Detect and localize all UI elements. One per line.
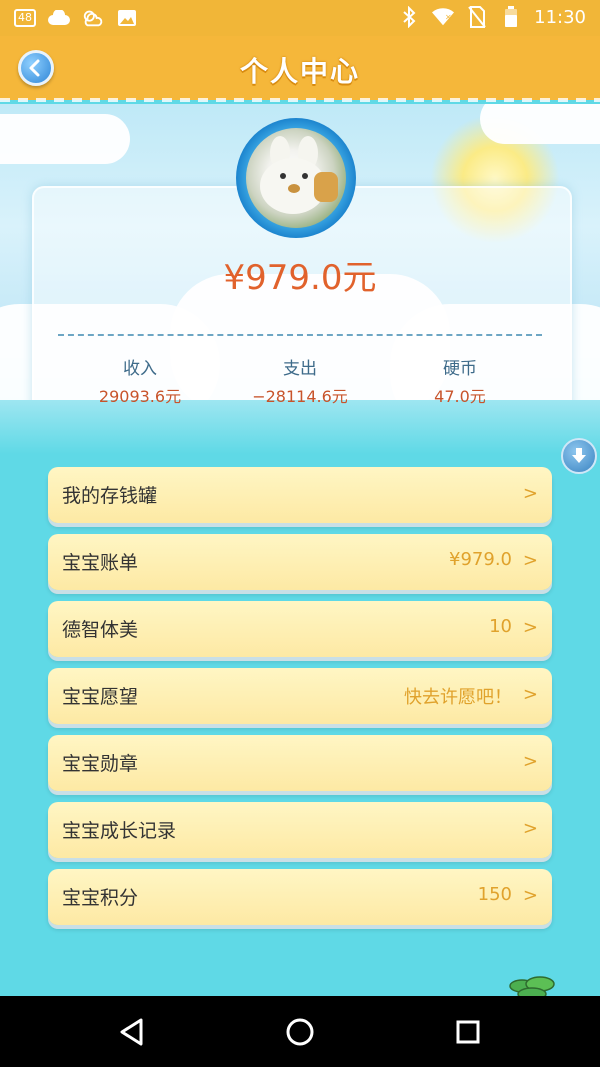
stat-income: 收入 29093.6元 (60, 354, 220, 407)
menu-item-label: 我的存钱罐 (62, 485, 158, 507)
cloud-decoration (480, 104, 600, 144)
no-sim-icon (466, 6, 488, 28)
system-nav-bar (0, 996, 600, 1067)
chevron-right-icon: > (522, 617, 538, 638)
chevron-right-icon: > (522, 550, 538, 571)
bun-eye (302, 173, 308, 179)
notification-icons: 48 (14, 7, 138, 29)
menu-item-label: 德智体美 (62, 619, 139, 641)
stat-value: −28114.6元 (252, 387, 348, 406)
weather-icon (82, 7, 104, 29)
clock: 11:30 (534, 6, 586, 28)
cookie-decoration (314, 172, 338, 202)
arrow-down-icon (572, 448, 586, 463)
menu-item-label: 宝宝积分 (62, 887, 139, 909)
battery-icon (500, 6, 522, 28)
menu-item-label: 宝宝愿望 (62, 686, 139, 708)
chevron-right-icon: > (522, 483, 538, 504)
svg-text:×: × (445, 12, 452, 22)
balance-amount: ¥979.0元 (223, 258, 377, 298)
menu-item-value: 快去许愿吧！ (404, 687, 512, 708)
menu-item-piggy-bank[interactable]: 我的存钱罐 > (48, 467, 552, 523)
stat-value: 29093.6元 (98, 387, 182, 406)
divider (58, 334, 542, 336)
menu-item-label: 宝宝勋章 (62, 753, 139, 775)
app-header: 个人中心 (0, 36, 600, 102)
stat-label: 支出 (283, 359, 317, 379)
badge-icon: 48 (14, 9, 36, 27)
chevron-right-icon: > (522, 818, 538, 839)
avatar[interactable] (246, 128, 346, 228)
bun-eye (280, 173, 286, 179)
stat-label: 收入 (123, 359, 157, 379)
menu-item-growth-record[interactable]: 宝宝成长记录 > (48, 802, 552, 858)
chevron-right-icon: > (522, 684, 538, 705)
cloud-decoration (0, 114, 130, 164)
menu-item-label: 宝宝成长记录 (62, 820, 177, 842)
home-circle-icon (286, 1018, 314, 1046)
menu-item-value: 10 (489, 616, 512, 637)
menu-item-bill[interactable]: 宝宝账单 ¥979.0 > (48, 534, 552, 590)
stat-label: 硬币 (443, 359, 477, 379)
menu-item-value: 150 (477, 884, 512, 905)
stat-expense: 支出 −28114.6元 (220, 354, 380, 407)
water-decoration (0, 400, 600, 454)
recents-square-icon (456, 1020, 480, 1044)
back-triangle-icon (120, 1018, 143, 1046)
wifi-icon: × (432, 6, 455, 28)
menu-item-value: ¥979.0 (449, 549, 512, 570)
bun-nose (288, 184, 300, 193)
bluetooth-icon (398, 6, 420, 28)
menu-item-virtues[interactable]: 德智体美 10 > (48, 601, 552, 657)
status-bar: 48 × 11:30 (0, 0, 600, 36)
stat-value: 47.0元 (434, 387, 486, 406)
scroll-down-button[interactable] (561, 438, 597, 474)
menu-item-label: 宝宝账单 (62, 552, 139, 574)
chevron-right-icon: > (522, 885, 538, 906)
nav-home-button[interactable] (282, 1014, 318, 1050)
menu-list: 我的存钱罐 > 宝宝账单 ¥979.0 > 德智体美 10 > 宝宝愿望 快去许… (48, 467, 552, 936)
image-icon (116, 7, 138, 29)
nav-recents-button[interactable] (450, 1014, 486, 1050)
page-title: 个人中心 (239, 55, 360, 88)
nav-back-button[interactable] (114, 1014, 150, 1050)
chevron-right-icon: > (522, 751, 538, 772)
menu-item-wishes[interactable]: 宝宝愿望 快去许愿吧！ > (48, 668, 552, 724)
system-icons: × 11:30 (398, 6, 586, 28)
menu-item-medals[interactable]: 宝宝勋章 > (48, 735, 552, 791)
menu-item-points[interactable]: 宝宝积分 150 > (48, 869, 552, 925)
stat-coins: 硬币 47.0元 (380, 354, 540, 407)
cloud-icon (48, 7, 70, 29)
